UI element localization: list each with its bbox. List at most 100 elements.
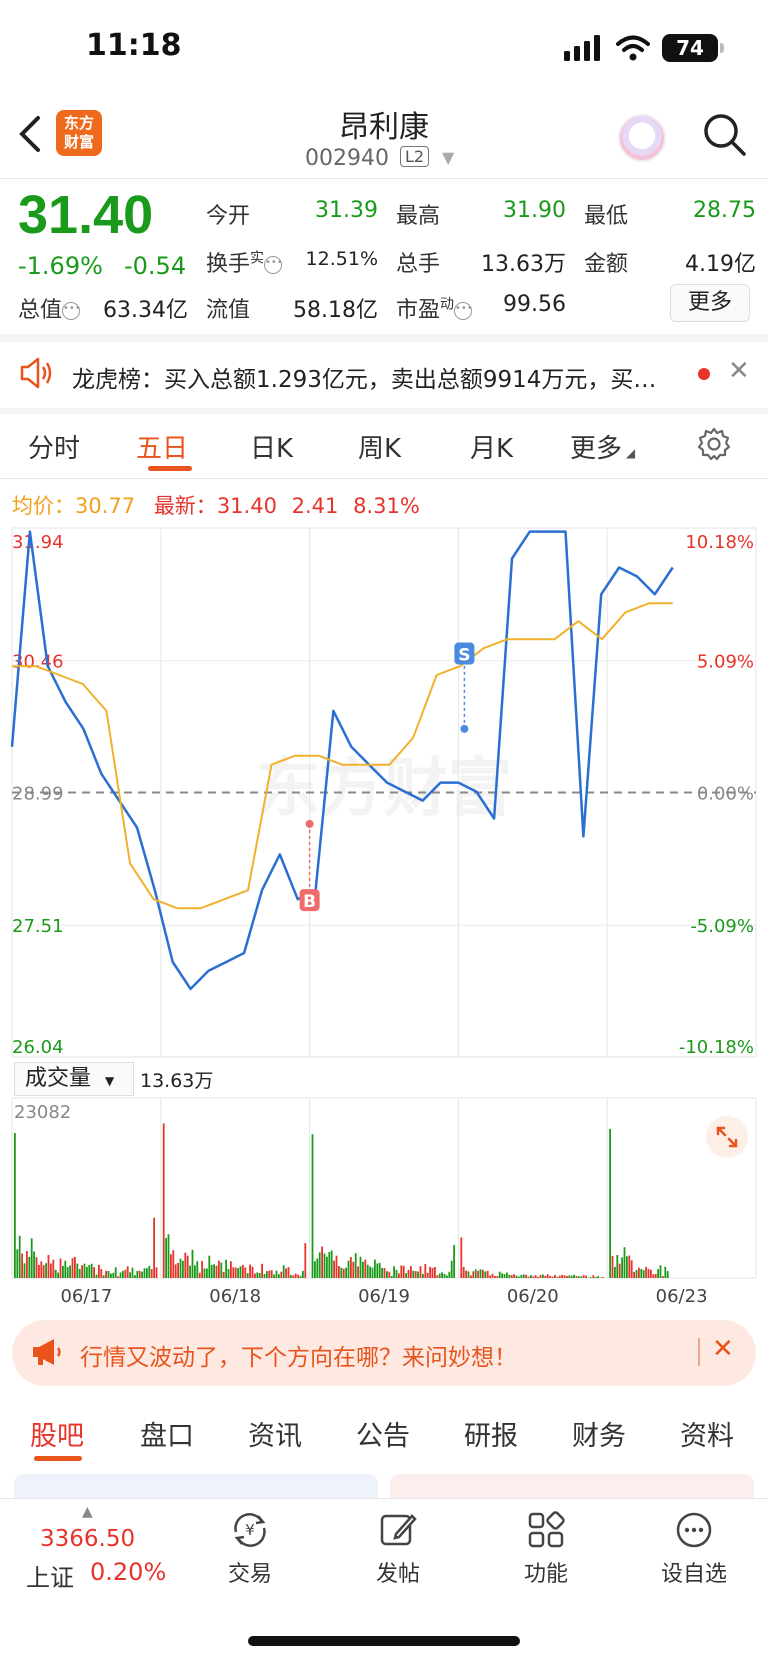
home-indicator	[248, 1636, 520, 1646]
volume-bar	[453, 1245, 455, 1278]
info-dots-icon[interactable]: •••	[454, 302, 473, 320]
volume-bar	[597, 1276, 599, 1278]
assistant-robot-icon[interactable]	[618, 114, 666, 162]
caret-down-icon[interactable]: ▼	[442, 148, 454, 167]
volume-bar	[566, 1275, 568, 1278]
tab-orderbook[interactable]: 盘口	[140, 1414, 194, 1453]
more-button[interactable]: 更多	[670, 284, 750, 322]
info-dots-icon[interactable]: •••	[62, 302, 81, 320]
caret-up-icon[interactable]: ▲	[82, 1504, 93, 1520]
volume-bar	[321, 1246, 323, 1278]
tab-intraday[interactable]: 分时	[28, 428, 80, 465]
search-icon	[704, 114, 746, 156]
amount-value: 4.19亿	[685, 252, 756, 277]
volume-bar	[390, 1276, 393, 1278]
volume-indicator-select[interactable]: 成交量 ▼	[14, 1062, 134, 1096]
volume-bar	[234, 1267, 237, 1278]
volume-bar	[570, 1275, 573, 1278]
float-value: 58.18亿	[293, 298, 378, 323]
volume-bar	[556, 1276, 559, 1278]
volume-bar	[666, 1271, 669, 1278]
index-name[interactable]: 上证	[26, 1558, 74, 1593]
volume-bar	[623, 1247, 626, 1278]
tab-announcements[interactable]: 公告	[356, 1414, 410, 1453]
volume-bar	[278, 1274, 280, 1278]
tab-more[interactable]: 更多 ◢	[570, 428, 635, 465]
volume-bar	[592, 1275, 595, 1278]
search-button[interactable]	[700, 110, 750, 160]
volume-bar	[467, 1271, 470, 1278]
volume-bar	[335, 1255, 338, 1278]
volume-bar	[657, 1269, 659, 1278]
volume-bar	[342, 1268, 345, 1278]
volume-bar	[218, 1260, 220, 1278]
status-icons: 74	[564, 34, 724, 62]
volume-bar	[261, 1263, 263, 1278]
volume-bar	[282, 1265, 285, 1278]
volume-bar	[316, 1258, 319, 1278]
volume-bar	[412, 1270, 415, 1278]
volume-bar	[251, 1266, 254, 1278]
volume-bar	[74, 1257, 76, 1278]
volume-bar	[376, 1263, 379, 1278]
volume-bar	[189, 1265, 191, 1278]
volume-bar	[45, 1263, 47, 1278]
tab-news[interactable]: 资讯	[248, 1414, 302, 1453]
pct-tick-label: -10.18%	[679, 1037, 754, 1058]
tab-daily-k[interactable]: 日K	[250, 428, 293, 465]
expand-button[interactable]	[706, 1116, 748, 1158]
gear-icon[interactable]	[696, 426, 732, 462]
pe-value: 99.56	[503, 292, 566, 317]
volume-bar	[424, 1264, 427, 1278]
volume-bar	[222, 1271, 225, 1278]
index-value[interactable]: 3366.50	[40, 1526, 135, 1552]
nav-functions[interactable]: 功能	[486, 1510, 606, 1588]
nav-trade[interactable]: ¥ 交易	[190, 1510, 310, 1588]
volume-bar	[16, 1249, 19, 1278]
volume-bar	[18, 1235, 21, 1278]
volume-bar	[635, 1269, 638, 1278]
tab-profile[interactable]: 资料	[680, 1414, 734, 1453]
level-badge[interactable]: L2	[400, 146, 430, 167]
edit-icon	[380, 1514, 417, 1546]
forum-card-peek[interactable]	[390, 1474, 754, 1498]
volume-bar	[582, 1275, 585, 1278]
tab-weekly-k[interactable]: 周K	[358, 428, 401, 465]
nav-post[interactable]: 发帖	[338, 1510, 458, 1588]
volume-bar	[510, 1275, 513, 1278]
volume-bar	[88, 1265, 91, 1278]
volume-bar	[225, 1259, 227, 1278]
volume-bar	[232, 1267, 235, 1278]
close-icon[interactable]: ✕	[712, 1334, 734, 1364]
volume-bar	[93, 1267, 95, 1278]
five-day-chart[interactable]: 东方财富31.94 10.18%30.46 5.09%28.99 0.00%27.51…	[0, 520, 768, 1310]
volume-bar	[304, 1243, 307, 1278]
volume-bar	[131, 1267, 134, 1278]
volume-bar	[508, 1274, 511, 1278]
info-dots-icon[interactable]: •••	[264, 256, 283, 274]
tab-research[interactable]: 研报	[464, 1414, 518, 1453]
index-pct[interactable]: 0.20%	[90, 1558, 166, 1586]
open-value: 31.39	[315, 198, 378, 223]
volume-bar	[230, 1261, 232, 1278]
volume-bar	[491, 1273, 494, 1278]
promo-separator	[698, 1338, 700, 1366]
volume-bar	[323, 1253, 326, 1278]
close-icon[interactable]: ✕	[728, 356, 750, 386]
volume-bar	[393, 1266, 395, 1278]
tab-five-day[interactable]: 五日	[136, 428, 188, 465]
tab-monthly-k[interactable]: 月K	[470, 428, 513, 465]
volume-bar	[347, 1260, 350, 1278]
volume-max-label: 23082	[14, 1102, 71, 1123]
volume-bar	[652, 1274, 655, 1278]
forum-card-peek[interactable]	[14, 1474, 378, 1498]
promo-text[interactable]: 行情又波动了，下个方向在哪？来问妙想！	[80, 1338, 517, 1372]
volume-bar	[95, 1274, 98, 1278]
volume-bar	[354, 1253, 357, 1278]
tab-financials[interactable]: 财务	[572, 1414, 626, 1453]
tab-forum[interactable]: 股吧	[30, 1414, 84, 1453]
notice-text[interactable]: 龙虎榜：买入总额1.293亿元，卖出总额9914万元，买卖净额3019万元	[72, 360, 672, 394]
nav-add-watchlist[interactable]: 设自选	[634, 1510, 754, 1588]
expand-icon	[716, 1126, 738, 1148]
volume-bar	[357, 1266, 359, 1278]
